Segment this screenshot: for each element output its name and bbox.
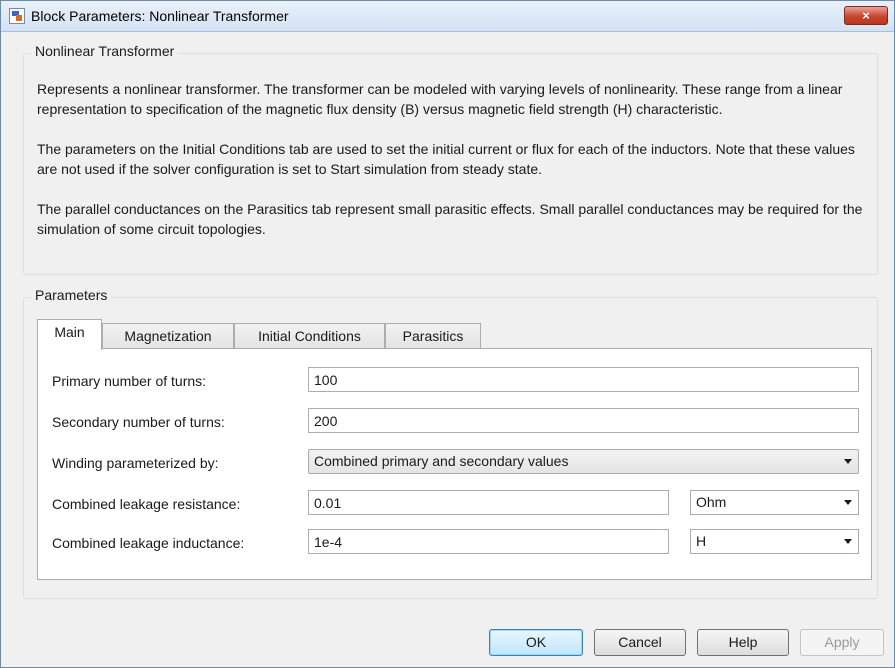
primary-turns-input[interactable] xyxy=(308,367,859,392)
close-icon: × xyxy=(862,8,870,23)
block-description: Represents a nonlinear transformer. The … xyxy=(37,79,877,239)
leakage-inductance-unit: H xyxy=(696,533,707,549)
parameters-group-label: Parameters xyxy=(31,287,112,303)
description-paragraph: The parameters on the Initial Conditions… xyxy=(37,141,855,177)
tab-label: Magnetization xyxy=(124,328,212,344)
chevron-down-icon xyxy=(844,539,852,544)
tab-parasitics[interactable]: Parasitics xyxy=(385,323,481,349)
description-paragraph: The parallel conductances on the Parasit… xyxy=(37,201,863,237)
leakage-inductance-unit-dropdown[interactable]: H xyxy=(690,529,859,554)
dialog-window: Block Parameters: Nonlinear Transformer … xyxy=(0,0,895,668)
simulink-block-icon xyxy=(9,8,25,24)
close-button[interactable]: × xyxy=(844,6,888,25)
leakage-inductance-label: Combined leakage inductance: xyxy=(52,535,245,551)
tab-main[interactable]: Main xyxy=(37,319,102,350)
chevron-down-icon xyxy=(844,500,852,505)
cancel-button[interactable]: Cancel xyxy=(594,629,686,656)
tab-label: Main xyxy=(54,324,85,340)
chevron-down-icon xyxy=(844,459,852,464)
winding-param-value: Combined primary and secondary values xyxy=(314,453,569,469)
title-bar[interactable]: Block Parameters: Nonlinear Transformer … xyxy=(1,1,894,32)
secondary-turns-label: Secondary number of turns: xyxy=(52,414,225,430)
winding-param-dropdown[interactable]: Combined primary and secondary values xyxy=(308,449,859,474)
ok-button[interactable]: OK xyxy=(489,629,583,656)
tab-label: Parasitics xyxy=(402,328,464,344)
leakage-resistance-label: Combined leakage resistance: xyxy=(52,496,241,512)
leakage-resistance-input[interactable] xyxy=(308,490,669,515)
leakage-inductance-input[interactable] xyxy=(308,529,669,554)
tab-label: Initial Conditions xyxy=(258,328,361,344)
help-button[interactable]: Help xyxy=(697,629,789,656)
winding-param-label: Winding parameterized by: xyxy=(52,455,219,471)
leakage-resistance-unit-dropdown[interactable]: Ohm xyxy=(690,490,859,515)
description-group-label: Nonlinear Transformer xyxy=(31,43,179,59)
main-tab-panel: Primary number of turns: Secondary numbe… xyxy=(37,348,872,580)
secondary-turns-input[interactable] xyxy=(308,408,859,433)
primary-turns-label: Primary number of turns: xyxy=(52,373,207,389)
apply-button[interactable]: Apply xyxy=(800,629,884,656)
tab-magnetization[interactable]: Magnetization xyxy=(102,323,234,349)
window-title: Block Parameters: Nonlinear Transformer xyxy=(31,8,289,24)
tab-initial-conditions[interactable]: Initial Conditions xyxy=(234,323,385,349)
description-paragraph: Represents a nonlinear transformer. The … xyxy=(37,81,843,117)
leakage-resistance-unit: Ohm xyxy=(696,494,727,510)
